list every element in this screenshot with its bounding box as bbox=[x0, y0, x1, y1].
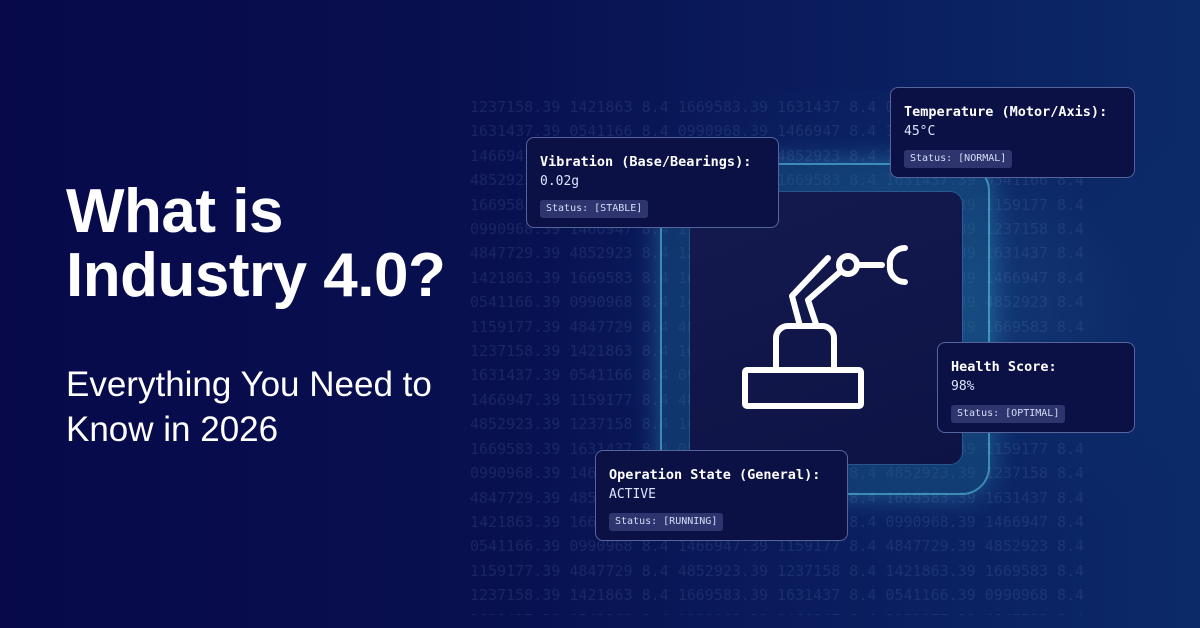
health-score-label: Health Score: bbox=[951, 359, 1057, 375]
robot-arm-upper-shape bbox=[805, 269, 843, 327]
health-score-status-badge: Status: [OPTIMAL] bbox=[951, 405, 1066, 423]
operation-state-label: Operation State (General): bbox=[609, 467, 821, 483]
temperature-value: 45°C bbox=[904, 124, 936, 139]
robotic-arm-icon bbox=[742, 244, 908, 409]
vibration-status-badge: Status: [STABLE] bbox=[540, 200, 649, 218]
subheadline: Everything You Need to Know in 2026 bbox=[66, 362, 432, 452]
health-score-value: 98% bbox=[951, 379, 975, 394]
robot-base-shape bbox=[742, 367, 864, 409]
operation-state-status-badge: Status: [RUNNING] bbox=[609, 513, 724, 531]
subheadline-line-1: Everything You Need to bbox=[66, 365, 432, 404]
vibration-label: Vibration (Base/Bearings): bbox=[540, 154, 752, 170]
operation-state-value: ACTIVE bbox=[609, 487, 656, 502]
subheadline-line-2: Know in 2026 bbox=[66, 410, 279, 449]
operation-state-card: Operation State (General): ACTIVE Status… bbox=[595, 450, 848, 541]
temperature-label: Temperature (Motor/Axis): bbox=[904, 104, 1108, 120]
temperature-status-badge: Status: [NORMAL] bbox=[904, 150, 1013, 168]
vibration-value: 0.02g bbox=[540, 174, 580, 189]
robot-body-shape bbox=[773, 323, 837, 373]
headline: What is Industry 4.0? bbox=[66, 177, 446, 310]
robot-arm-lower-shape bbox=[789, 255, 831, 329]
temperature-card: Temperature (Motor/Axis): 45°C Status: [… bbox=[890, 87, 1135, 178]
headline-line-1: What is bbox=[66, 177, 283, 246]
robot-gripper-shape bbox=[886, 244, 908, 286]
headline-line-2: Industry 4.0? bbox=[66, 241, 446, 310]
health-score-card: Health Score: 98% Status: [OPTIMAL] bbox=[937, 342, 1135, 433]
vibration-card: Vibration (Base/Bearings): 0.02g Status:… bbox=[526, 137, 779, 228]
